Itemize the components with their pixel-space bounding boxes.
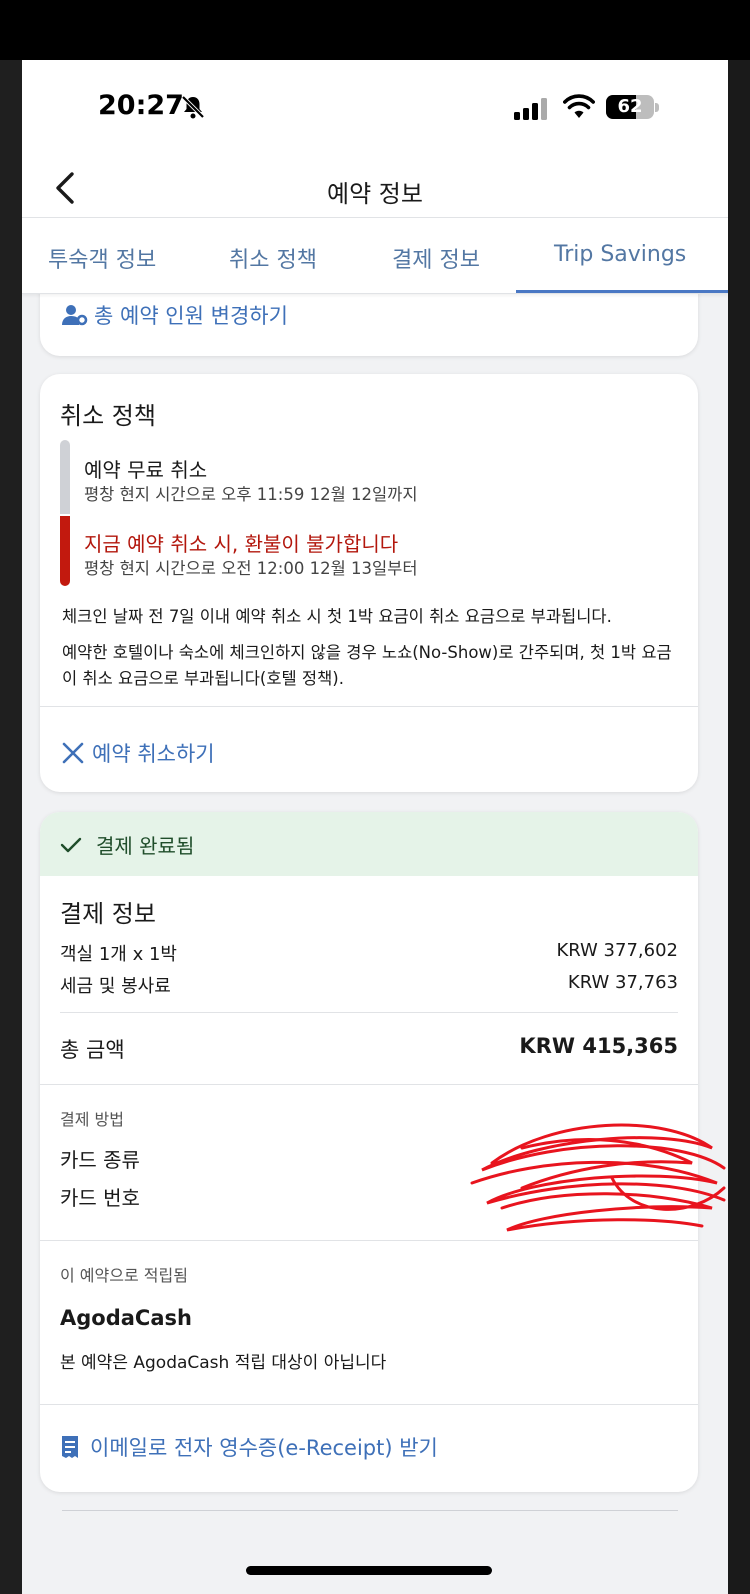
tax-value: KRW 37,763 xyxy=(567,972,678,993)
close-icon xyxy=(62,742,84,764)
agodacash-text: 본 예약은 AgodaCash 적립 대상이 아닙니다 xyxy=(60,1353,387,1373)
cellular-signal-icon xyxy=(514,98,547,120)
card-number-label: 카드 번호 xyxy=(60,1186,140,1210)
agodacash-title: AgodaCash xyxy=(60,1306,192,1330)
active-tab-indicator xyxy=(516,290,728,293)
timeline-free-segment xyxy=(60,440,70,514)
room-label: 객실 1개 x 1박 xyxy=(60,944,177,965)
nonrefundable-title: 지금 예약 취소 시, 환불이 불가합니다 xyxy=(84,532,399,556)
payment-status-banner: 결제 완료됨 xyxy=(40,812,698,876)
free-cancel-title: 예약 무료 취소 xyxy=(84,458,208,482)
battery-percent: 62 xyxy=(617,96,643,117)
cancellation-note-1: 체크인 날짜 전 7일 이내 예약 취소 시 첫 1박 요금이 취소 요금으로 … xyxy=(62,607,612,626)
policy-timeline xyxy=(60,440,70,586)
checkmark-icon xyxy=(60,837,82,852)
top-black-bezel xyxy=(0,0,750,60)
divider xyxy=(40,1240,698,1241)
payment-method-heading: 결제 방법 xyxy=(60,1110,124,1129)
phone-screen: 20:27 62 예약 정보 투숙객 정보 취소 정책 결제 정보 Trip S… xyxy=(22,60,728,1594)
cancellation-title: 취소 정책 xyxy=(60,402,156,430)
total-value: KRW 415,365 xyxy=(519,1034,678,1058)
earned-heading: 이 예약으로 적립됨 xyxy=(60,1266,188,1285)
tab-trip-savings[interactable]: Trip Savings xyxy=(554,242,686,267)
page-title: 예약 정보 xyxy=(327,180,423,208)
status-time: 20:27 xyxy=(98,90,184,121)
cancellation-policy-card: 취소 정책 예약 무료 취소 평창 현지 시간으로 오후 11:59 12월 1… xyxy=(40,374,698,792)
nonrefundable-start: 평창 현지 시간으로 오전 12:00 12월 13일부터 xyxy=(84,559,418,578)
bell-muted-icon xyxy=(181,95,205,119)
divider xyxy=(40,1404,698,1405)
card-type-label: 카드 종류 xyxy=(60,1148,140,1172)
payment-status-row: 결제 완료됨 xyxy=(60,830,194,859)
redaction-scribble xyxy=(470,1123,726,1232)
email-receipt-row[interactable]: 이메일로 전자 영수증(e-Receipt) 받기 xyxy=(60,1432,438,1462)
divider xyxy=(40,706,698,707)
cancel-booking-row[interactable]: 예약 취소하기 xyxy=(62,738,215,768)
receipt-icon xyxy=(62,1436,78,1458)
battery-icon: 62 xyxy=(606,95,654,119)
free-cancel-deadline: 평창 현지 시간으로 오후 11:59 12월 12일까지 xyxy=(84,485,418,504)
home-indicator[interactable] xyxy=(246,1566,492,1575)
status-bar: 20:27 62 xyxy=(22,60,728,160)
room-value: KRW 377,602 xyxy=(556,940,678,961)
change-guests-row[interactable]: 총 예약 인원 변경하기 xyxy=(62,300,288,330)
cancel-booking-link[interactable]: 예약 취소하기 xyxy=(92,738,215,768)
payment-status-text: 결제 완료됨 xyxy=(96,834,195,858)
tab-cancellation-policy[interactable]: 취소 정책 xyxy=(229,242,317,274)
wifi-icon xyxy=(563,94,595,118)
next-card-edge xyxy=(62,1510,678,1511)
person-settings-icon xyxy=(62,305,88,326)
email-receipt-link[interactable]: 이메일로 전자 영수증(e-Receipt) 받기 xyxy=(90,1432,438,1462)
tab-bar: 투숙객 정보 취소 정책 결제 정보 Trip Savings xyxy=(22,218,728,294)
tab-payment-info[interactable]: 결제 정보 xyxy=(392,242,480,274)
change-guests-link[interactable]: 총 예약 인원 변경하기 xyxy=(94,300,288,330)
divider xyxy=(60,1012,678,1013)
nav-bar: 예약 정보 xyxy=(22,160,728,218)
tab-guest-info[interactable]: 투숙객 정보 xyxy=(48,242,156,274)
right-edge-strip xyxy=(728,60,750,1594)
payment-title: 결제 정보 xyxy=(60,900,156,928)
divider xyxy=(40,1084,698,1085)
tax-label: 세금 및 봉사료 xyxy=(60,976,171,997)
cancellation-note-2: 예약한 호텔이나 숙소에 체크인하지 않을 경우 노쇼(No-Show)로 간주… xyxy=(62,643,672,688)
timeline-nonrefundable-segment xyxy=(60,516,70,586)
total-label: 총 금액 xyxy=(60,1038,125,1062)
battery-tip xyxy=(655,103,659,112)
